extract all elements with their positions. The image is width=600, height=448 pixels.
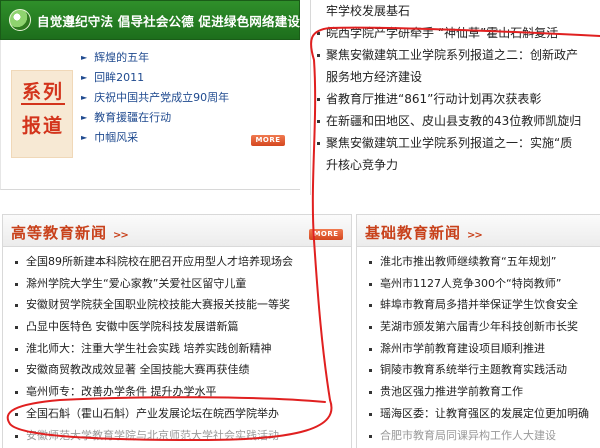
news-item[interactable]: 在新疆和田地区、皮山县支教的43位教师凯旋归 <box>316 110 600 132</box>
news-item[interactable]: 皖西学院产学研牵手 “神仙草”霍山石斛复活 <box>316 22 600 44</box>
series-item[interactable]: ► 教育援疆在行动 <box>81 108 229 128</box>
panel-title[interactable]: 基础教育新闻 >> <box>365 222 483 243</box>
series-item-link[interactable]: 庆祝中国共产党成立90周年 <box>94 88 229 108</box>
series-report-box: 系列 报道 ► 辉煌的五年 ► 回眸2011 ► 庆祝中国共产党成立90周年 ► 教育援… <box>0 40 300 190</box>
badge-word-series: 系列 <box>21 81 64 103</box>
news-item[interactable]: 合肥市教育局同课异构工作人大建设 <box>367 425 600 447</box>
news-item[interactable]: 淮北市推出教师继续教育“五年规划” <box>367 251 600 273</box>
news-item[interactable]: 淮北师大：注重大学生社会实践 培养实践创新精神 <box>13 338 351 360</box>
series-item[interactable]: ► 庆祝中国共产党成立90周年 <box>81 88 229 108</box>
higher-ed-news-list: 全国89所新建本科院校在肥召开应用型人才培养现场会 滁州学院大学生“爱心家教”关… <box>3 247 351 446</box>
series-list: ► 辉煌的五年 ► 回眸2011 ► 庆祝中国共产党成立90周年 ► 教育援疆在行动 ►… <box>81 48 229 148</box>
slogan-banner: 自觉遵纪守法 倡导社会公德 促进绿色网络建设 <box>0 0 300 40</box>
series-report-badge[interactable]: 系列 报道 <box>11 70 73 158</box>
series-item-link[interactable]: 辉煌的五年 <box>94 48 149 68</box>
banner-slogan: 自觉遵纪守法 倡导社会公德 促进绿色网络建设 <box>37 13 301 29</box>
news-item[interactable]: 亳州市1127人竞争300个“特岗教师” <box>367 273 600 295</box>
news-item[interactable]: 凸显中医特色 安徽中医学院科技发展谱新篇 <box>13 316 351 338</box>
panel-header: 基础教育新闻 >> <box>357 215 600 247</box>
series-item[interactable]: ► 巾帼风采 <box>81 128 229 148</box>
panel-title-text[interactable]: 高等教育新闻 <box>11 224 107 242</box>
panel-header: 高等教育新闻 >> MORE <box>3 215 351 247</box>
news-item[interactable]: 瑶海区委：让教育强区的发展定位更加明确 <box>367 403 600 425</box>
globe-icon <box>9 9 31 31</box>
arrow-right-icon: ► <box>81 113 88 122</box>
right-news-list: 牢学校发展基石 皖西学院产学研牵手 “神仙草”霍山石斛复活 聚焦安徽建筑工业学院… <box>316 0 600 176</box>
news-item[interactable]: 省教育厅推进“861”行动计划再次获表彰 <box>316 88 600 110</box>
panel-title-text[interactable]: 基础教育新闻 <box>365 224 461 242</box>
news-item[interactable]: 滁州学院大学生“爱心家教”关爱社区留守儿童 <box>13 273 351 295</box>
series-more-button[interactable]: MORE <box>251 135 285 146</box>
basic-education-news-panel: 基础教育新闻 >> 淮北市推出教师继续教育“五年规划” 亳州市1127人竞争300… <box>356 214 600 448</box>
news-item[interactable]: 聚焦安徽建筑工业学院系列报道之二：创新政产 <box>316 44 600 66</box>
news-item[interactable]: 全国89所新建本科院校在肥召开应用型人才培养现场会 <box>13 251 351 273</box>
badge-divider <box>21 103 65 105</box>
news-item[interactable]: 蚌埠市教育局多措并举保证学生饮食安全 <box>367 294 600 316</box>
news-item[interactable]: 铜陵市教育系统举行主题教育实践活动 <box>367 359 600 381</box>
news-item[interactable]: 服务地方经济建设 <box>316 66 600 88</box>
news-item[interactable]: 亳州师专：改善办学条件 提升办学水平 <box>13 381 351 403</box>
chevron-right-icon: >> <box>113 230 129 241</box>
badge-word-report: 报道 <box>21 115 64 137</box>
arrow-right-icon: ► <box>81 53 88 62</box>
series-item[interactable]: ► 辉煌的五年 <box>81 48 229 68</box>
news-item[interactable]: 芜湖市颁发第六届青少年科技创新市长奖 <box>367 316 600 338</box>
news-item[interactable]: 贵池区强力推进学前教育工作 <box>367 381 600 403</box>
news-item[interactable]: 聚焦安徽建筑工业学院系列报道之一：实施“质 <box>316 132 600 154</box>
series-item[interactable]: ► 回眸2011 <box>81 68 229 88</box>
chevron-right-icon: >> <box>467 230 483 241</box>
higher-ed-more-button[interactable]: MORE <box>309 229 343 240</box>
news-item[interactable]: 滁州市学前教育建设项目顺利推进 <box>367 338 600 360</box>
column-divider <box>310 0 311 195</box>
arrow-right-icon: ► <box>81 93 88 102</box>
news-item[interactable]: 牢学校发展基石 <box>316 0 600 22</box>
arrow-right-icon: ► <box>81 73 88 82</box>
arrow-right-icon: ► <box>81 133 88 142</box>
news-item[interactable]: 升核心竞争力 <box>316 154 600 176</box>
news-item[interactable]: 安徽师范大学教育学院与北京师范大学社会实践活动 <box>13 425 351 447</box>
news-item[interactable]: 安徽财贸学院获全国职业院校技能大赛报关技能一等奖 <box>13 294 351 316</box>
series-item-link[interactable]: 巾帼风采 <box>94 128 138 148</box>
series-item-link[interactable]: 教育援疆在行动 <box>94 108 171 128</box>
news-item[interactable]: 安徽商贸教改成效显著 全国技能大赛再获佳绩 <box>13 359 351 381</box>
basic-ed-news-list: 淮北市推出教师继续教育“五年规划” 亳州市1127人竞争300个“特岗教师” 蚌… <box>357 247 600 446</box>
series-item-link[interactable]: 回眸2011 <box>94 68 144 88</box>
news-item[interactable]: 全国石斛（霍山石斛）产业发展论坛在皖西学院举办 <box>13 403 351 425</box>
panel-title[interactable]: 高等教育新闻 >> <box>11 222 129 243</box>
higher-education-news-panel: 高等教育新闻 >> MORE 全国89所新建本科院校在肥召开应用型人才培养现场会 … <box>2 214 352 448</box>
